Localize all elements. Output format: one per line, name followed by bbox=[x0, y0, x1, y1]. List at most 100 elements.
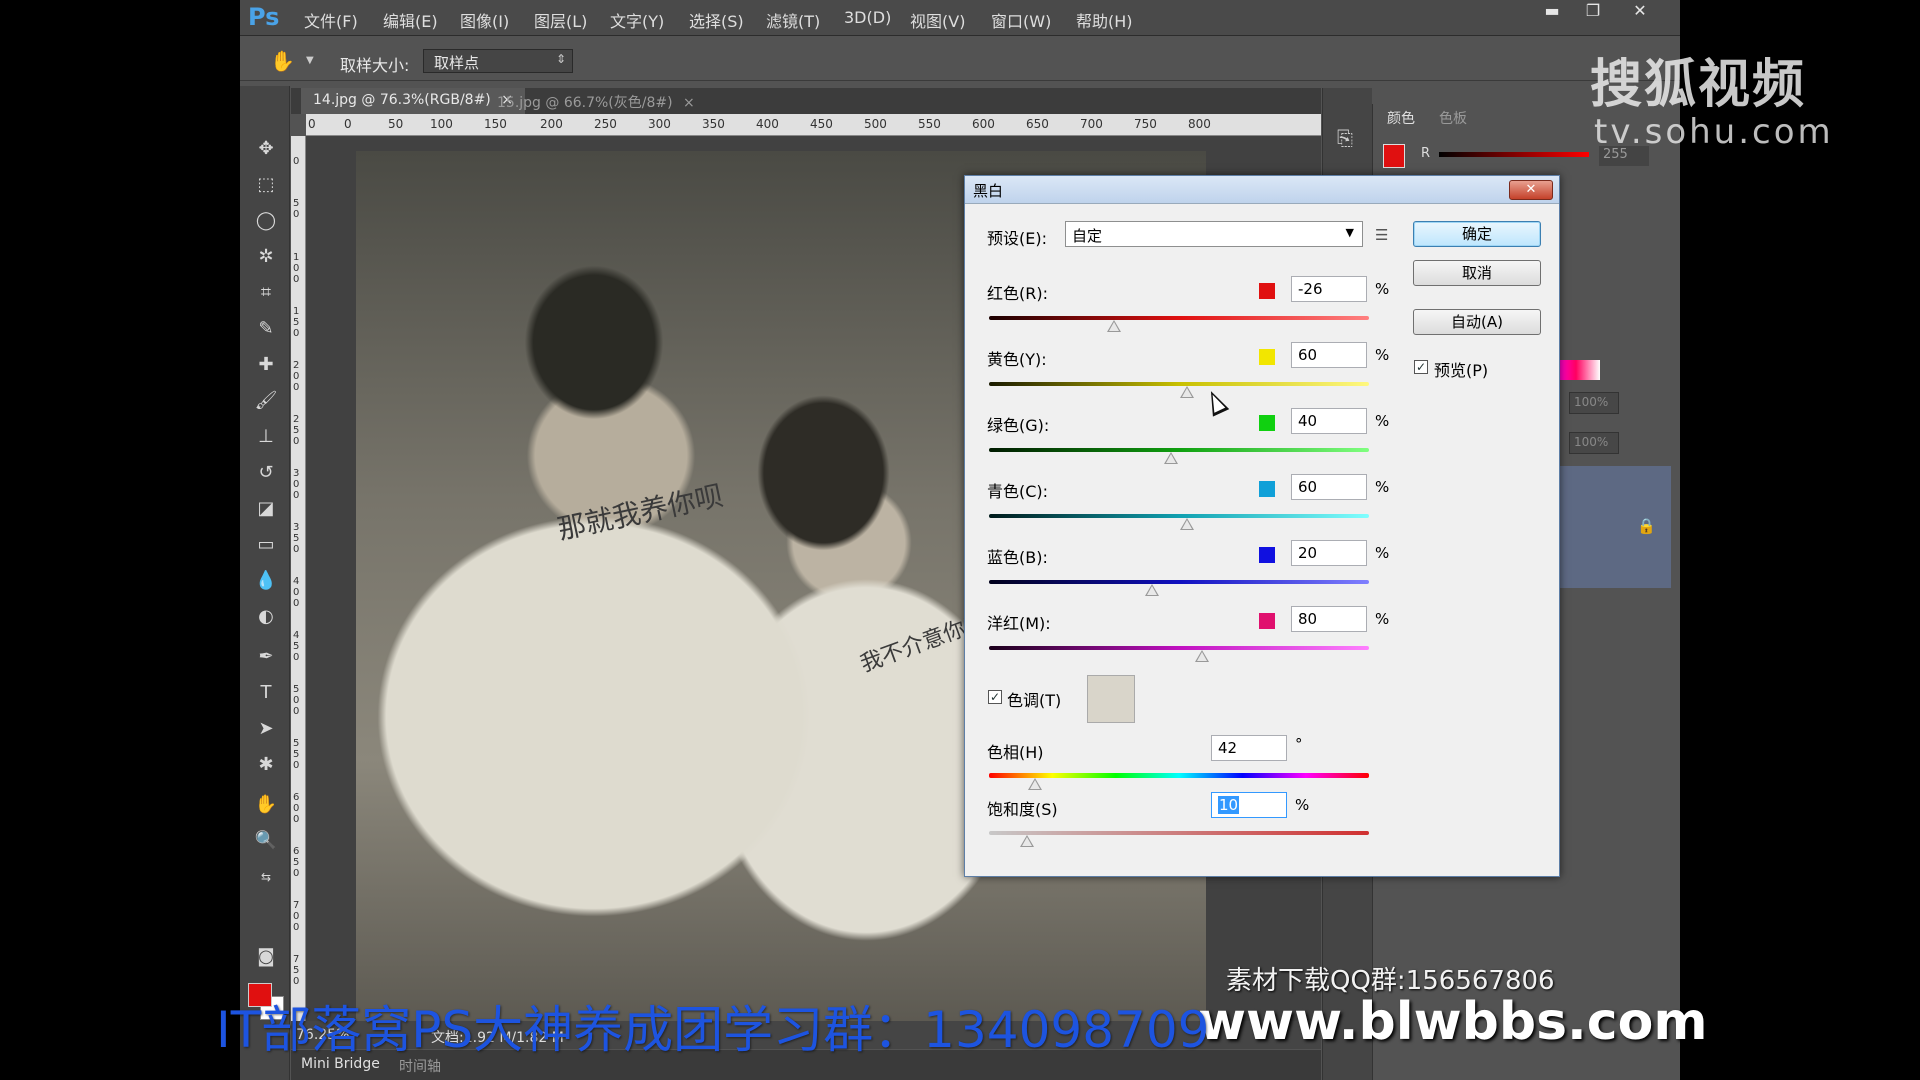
tab-close-icon[interactable]: × bbox=[683, 95, 695, 111]
red-slider-thumb[interactable] bbox=[1107, 320, 1122, 332]
magenta-value-input[interactable]: 80 bbox=[1291, 606, 1367, 632]
sohu-watermark-logo: 搜狐视频 bbox=[1590, 55, 1807, 115]
red-slider-track[interactable] bbox=[989, 316, 1369, 320]
lasso-tool-icon[interactable]: ◯ bbox=[253, 208, 279, 234]
marquee-tool-icon[interactable]: ⬚ bbox=[253, 172, 279, 198]
preset-value: 自定 bbox=[1072, 227, 1103, 245]
menu-window[interactable]: 窗口(W) bbox=[991, 8, 1051, 32]
tab-color[interactable]: 颜色 bbox=[1387, 108, 1415, 128]
hand-tool-icon[interactable]: ✋ bbox=[253, 792, 279, 818]
menu-help[interactable]: 帮助(H) bbox=[1076, 8, 1133, 32]
sample-size-label: 取样大小: bbox=[340, 56, 410, 75]
ruler-tick: 1 5 0 bbox=[293, 306, 300, 339]
crop-tool-icon[interactable]: ⌗ bbox=[253, 280, 279, 306]
tint-label: 色调(T) bbox=[1007, 691, 1062, 710]
auto-button[interactable]: 自动(A) bbox=[1413, 309, 1541, 335]
tint-checkbox[interactable]: ✓ bbox=[988, 690, 1002, 704]
opacity-input[interactable]: 100% bbox=[1569, 392, 1619, 414]
cancel-button[interactable]: 取消 bbox=[1413, 260, 1541, 286]
shape-tool-icon[interactable]: ✱ bbox=[253, 752, 279, 778]
menu-select[interactable]: 选择(S) bbox=[689, 8, 744, 32]
history-panel-icon[interactable]: ⎘ bbox=[1337, 126, 1353, 150]
gradient-tool-icon[interactable]: ▭ bbox=[253, 532, 279, 558]
magic-wand-tool-icon[interactable]: ✲ bbox=[253, 244, 279, 270]
blue-value-input[interactable]: 20 bbox=[1291, 540, 1367, 566]
eraser-tool-icon[interactable]: ◪ bbox=[253, 496, 279, 522]
preset-options-icon[interactable]: ☰ bbox=[1375, 226, 1388, 244]
blur-tool-icon[interactable]: 💧 bbox=[253, 568, 279, 594]
tab-15jpg[interactable]: 15.jpg @ 66.7%(灰色/8#) × bbox=[485, 88, 707, 114]
saturation-slider-track[interactable] bbox=[989, 831, 1369, 835]
tint-color-swatch[interactable] bbox=[1087, 675, 1135, 723]
ps-logo: Ps bbox=[248, 3, 280, 31]
ruler-tick: 0 bbox=[308, 117, 316, 131]
history-brush-tool-icon[interactable]: ↺ bbox=[253, 460, 279, 486]
ruler-tick: 7 5 0 bbox=[293, 954, 300, 987]
restore-icon[interactable]: ❐ bbox=[1573, 0, 1613, 24]
menu-type[interactable]: 文字(Y) bbox=[610, 8, 664, 32]
blue-slider-thumb[interactable] bbox=[1145, 584, 1160, 596]
r-channel-slider[interactable] bbox=[1439, 152, 1589, 157]
eyedropper-tool-icon[interactable]: ✎ bbox=[253, 316, 279, 342]
path-selection-tool-icon[interactable]: ➤ bbox=[253, 716, 279, 742]
ruler-tick: 5 0 bbox=[293, 198, 300, 220]
stamp-tool-icon[interactable]: ⊥ bbox=[253, 424, 279, 450]
green-slider-track[interactable] bbox=[989, 448, 1369, 452]
tab-swatches[interactable]: 色板 bbox=[1439, 108, 1467, 128]
cyan-value-input[interactable]: 60 bbox=[1291, 474, 1367, 500]
hand-tool-icon[interactable]: ✋ bbox=[270, 49, 295, 73]
menu-file[interactable]: 文件(F) bbox=[304, 8, 358, 32]
ruler-tick: 650 bbox=[1026, 117, 1049, 131]
dialog-titlebar[interactable]: 黑白 ✕ bbox=[965, 176, 1559, 204]
red-value-input[interactable]: -26 bbox=[1291, 276, 1367, 302]
menu-layer[interactable]: 图层(L) bbox=[534, 8, 587, 32]
fill-input[interactable]: 100% bbox=[1569, 432, 1619, 454]
green-value-input[interactable]: 40 bbox=[1291, 408, 1367, 434]
ruler-tick: 800 bbox=[1188, 117, 1211, 131]
blue-swatch bbox=[1259, 547, 1275, 563]
swap-colors-icon[interactable]: ⇆ bbox=[253, 864, 279, 890]
menu-view[interactable]: 视图(V) bbox=[910, 8, 965, 32]
saturation-slider-thumb[interactable] bbox=[1020, 835, 1034, 847]
brush-tool-icon[interactable]: 🖌 bbox=[253, 388, 279, 414]
menu-3d[interactable]: 3D(D) bbox=[844, 8, 891, 27]
menu-edit[interactable]: 编辑(E) bbox=[383, 8, 438, 32]
healing-brush-tool-icon[interactable]: ✚ bbox=[253, 352, 279, 378]
cyan-slider-thumb[interactable] bbox=[1179, 518, 1194, 530]
saturation-value-input[interactable]: 10 bbox=[1211, 792, 1287, 818]
green-slider-thumb[interactable] bbox=[1164, 452, 1179, 464]
green-unit: % bbox=[1375, 412, 1390, 430]
close-icon[interactable]: ✕ bbox=[1620, 0, 1660, 24]
preset-select[interactable]: 自定 ▼ bbox=[1065, 221, 1363, 247]
yellow-slider-thumb[interactable] bbox=[1179, 386, 1194, 398]
zoom-tool-icon[interactable]: 🔍 bbox=[253, 828, 279, 854]
move-tool-icon[interactable]: ✥ bbox=[253, 136, 279, 162]
menu-image[interactable]: 图像(I) bbox=[460, 8, 509, 32]
blue-slider-track[interactable] bbox=[989, 580, 1369, 584]
minimize-icon[interactable]: ▬ bbox=[1532, 0, 1572, 24]
dialog-title: 黑白 bbox=[973, 182, 1004, 200]
preview-checkbox[interactable]: ✓ bbox=[1414, 360, 1428, 374]
yellow-value-input[interactable]: 60 bbox=[1291, 342, 1367, 368]
photoshop-window: Ps 文件(F) 编辑(E) 图像(I) 图层(L) 文字(Y) 选择(S) 滤… bbox=[240, 0, 1680, 1080]
ruler-tick: 4 5 0 bbox=[293, 630, 300, 663]
hue-value-input[interactable]: 42 bbox=[1211, 735, 1287, 761]
tool-preset-arrow-icon[interactable]: ▼ bbox=[306, 55, 314, 66]
color-panel-swatch[interactable] bbox=[1383, 144, 1405, 168]
quick-mask-icon[interactable]: ◙ bbox=[253, 944, 279, 970]
menu-filter[interactable]: 滤镜(T) bbox=[766, 8, 820, 32]
foreground-color-swatch[interactable] bbox=[248, 983, 272, 1007]
ruler-tick: 1 0 0 bbox=[293, 252, 300, 285]
ok-button[interactable]: 确定 bbox=[1413, 221, 1541, 247]
type-tool-icon[interactable]: T bbox=[253, 680, 279, 706]
sample-size-select[interactable]: 取样点 ⇕ bbox=[423, 49, 573, 73]
yellow-label: 黄色(Y): bbox=[987, 350, 1047, 369]
dodge-tool-icon[interactable]: ◐ bbox=[253, 604, 279, 630]
pen-tool-icon[interactable]: ✒ bbox=[253, 644, 279, 670]
hue-slider-thumb[interactable] bbox=[1027, 778, 1042, 790]
dialog-close-button[interactable]: ✕ bbox=[1509, 180, 1553, 200]
magenta-slider-track[interactable] bbox=[989, 646, 1369, 650]
magenta-swatch bbox=[1259, 613, 1275, 629]
magenta-slider-thumb[interactable] bbox=[1194, 650, 1209, 662]
hue-slider-track[interactable] bbox=[989, 773, 1369, 778]
